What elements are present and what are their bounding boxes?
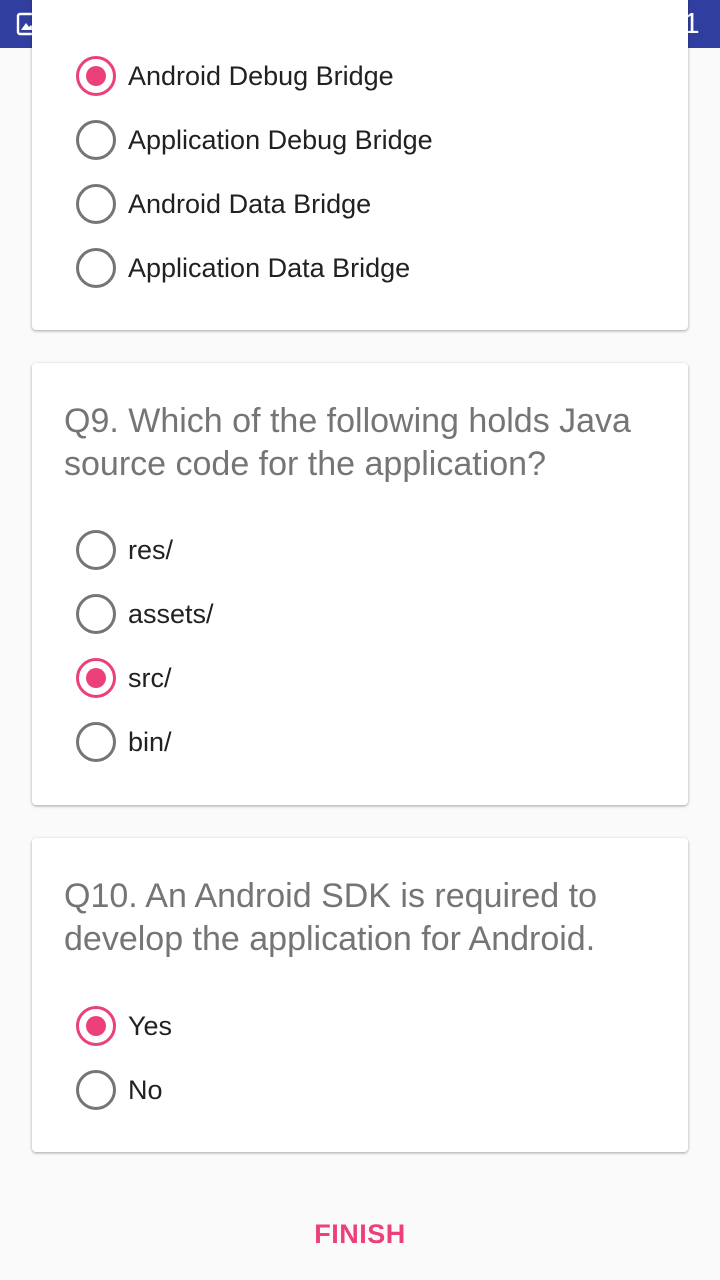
- option-label: Application Data Bridge: [128, 252, 411, 283]
- option-label: No: [128, 1074, 163, 1105]
- option-yes[interactable]: Yes: [76, 1003, 172, 1049]
- question-card-q10: Q10. An Android SDK is required to devel…: [32, 838, 688, 1152]
- radio-unchecked-icon[interactable]: [76, 722, 116, 762]
- option-android-debug-bridge[interactable]: Android Debug Bridge: [76, 53, 394, 99]
- option-android-data-bridge[interactable]: Android Data Bridge: [76, 181, 371, 227]
- option-label: res/: [128, 534, 174, 565]
- option-label: bin/: [128, 726, 172, 757]
- question-card-q9: Q9. Which of the following holds Java so…: [32, 363, 688, 805]
- option-application-debug-bridge[interactable]: Application Debug Bridge: [76, 117, 433, 163]
- option-label: Android Debug Bridge: [128, 60, 394, 91]
- finish-button[interactable]: FINISH: [260, 1208, 460, 1260]
- radio-unchecked-icon[interactable]: [76, 120, 116, 160]
- option-label: Android Data Bridge: [128, 188, 372, 219]
- option-res[interactable]: res/: [76, 527, 173, 573]
- option-assets[interactable]: assets/: [76, 591, 214, 637]
- radio-unchecked-icon[interactable]: [76, 184, 116, 224]
- radio-checked-icon[interactable]: [76, 56, 116, 96]
- option-label: Yes: [128, 1010, 173, 1041]
- radio-checked-icon[interactable]: [76, 658, 116, 698]
- radio-unchecked-icon[interactable]: [76, 594, 116, 634]
- radio-unchecked-icon[interactable]: [76, 1070, 116, 1110]
- option-bin[interactable]: bin/: [76, 719, 172, 765]
- option-no[interactable]: No: [76, 1067, 163, 1113]
- option-application-data-bridge[interactable]: Application Data Bridge: [76, 245, 410, 291]
- radio-unchecked-icon[interactable]: [76, 530, 116, 570]
- option-label: assets/: [128, 598, 214, 629]
- radio-checked-icon[interactable]: [76, 1006, 116, 1046]
- question-text: Q10. An Android SDK is required to devel…: [64, 877, 597, 958]
- option-label: src/: [128, 662, 172, 693]
- question-card-q8: Android Debug Bridge Application Debug B…: [32, 0, 688, 330]
- question-text: Q9. Which of the following holds Java so…: [64, 402, 631, 483]
- option-label: Application Debug Bridge: [128, 124, 433, 155]
- option-src[interactable]: src/: [76, 655, 172, 701]
- radio-unchecked-icon[interactable]: [76, 248, 116, 288]
